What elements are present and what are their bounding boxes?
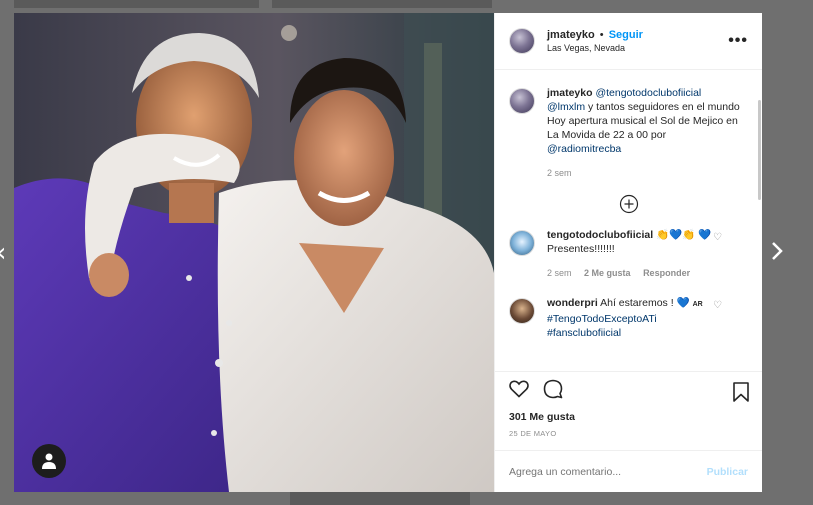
more-options-icon[interactable]: ••• [728,33,748,49]
scrollbar[interactable] [758,100,761,200]
post-header: jmateyko • Seguir Las Vegas, Nevada ••• [495,13,762,70]
caption-text: y tantos seguidores en el mundo [588,101,740,113]
commenter-username[interactable]: tengotodoclubofiicial [547,229,653,241]
background-image-bottom [290,492,470,505]
comment: tengotodoclubofiicial 👏💙👏 💙 Presentes!!!… [509,228,748,280]
publish-button[interactable]: Publicar [707,466,748,478]
bookmark-icon[interactable] [732,382,750,407]
background-image-left [14,0,259,8]
comment-likes[interactable]: 2 Me gusta [584,268,631,278]
caption-time: 2 sem [547,168,572,178]
post-date: 25 DE MAYO [509,429,557,438]
comments-section[interactable]: jmateyko @tengotodoclubofiicial @lmxlm y… [495,70,762,371]
comment-input[interactable] [509,465,679,478]
location-link[interactable]: Las Vegas, Nevada [547,43,728,53]
caption-username[interactable]: jmateyko [547,87,593,99]
comment-heart-icon[interactable]: ♡ [713,300,722,311]
load-more-comments[interactable] [509,194,748,214]
hashtag-link[interactable]: #fansclubofiicial [547,327,621,339]
caption-text: Hoy apertura musical el Sol de Mejico en… [547,115,738,141]
heart-icon[interactable] [509,380,529,403]
comment-badge: AR [692,301,703,308]
commenter-username[interactable]: wonderpri [547,297,598,309]
mention-link[interactable]: @radiomitrecba [547,143,621,155]
author-avatar[interactable] [509,28,535,54]
comment-time: 2 sem [547,268,572,278]
post-sidebar: jmateyko • Seguir Las Vegas, Nevada ••• … [494,13,762,492]
commenter-avatar[interactable] [509,230,535,256]
chevron-left-icon[interactable]: ‹ [0,240,6,266]
user-tag-icon[interactable] [32,444,66,478]
plus-circle-icon[interactable] [619,194,639,214]
mention-link[interactable]: @tengotodoclubofiicial [595,87,701,99]
hashtag-link[interactable]: #TengoTodoExceptoATi [547,313,657,325]
reply-button[interactable]: Responder [643,268,690,278]
post-photo[interactable] [14,13,494,492]
add-comment-bar: Publicar [495,450,762,492]
comment: wonderpri Ahí estaremos ! 💙 AR #TengoTod… [509,296,748,340]
separator-dot: • [599,29,604,41]
likes-count[interactable]: 301 Me gusta [495,411,762,423]
author-username[interactable]: jmateyko [547,29,595,41]
follow-button[interactable]: Seguir [609,29,643,41]
action-bar [495,371,762,411]
caption: jmateyko @tengotodoclubofiicial @lmxlm y… [509,86,748,180]
mention-link[interactable]: @lmxlm [547,101,585,113]
comment-heart-icon[interactable]: ♡ [713,232,722,243]
background-image-right [272,0,492,8]
comment-text: Ahí estaremos ! 💙 [600,297,690,309]
commenter-avatar[interactable] [509,298,535,324]
caption-avatar[interactable] [509,88,535,114]
chevron-right-icon[interactable] [770,240,784,267]
post-modal: jmateyko • Seguir Las Vegas, Nevada ••• … [14,13,762,492]
comment-icon[interactable] [543,379,563,404]
